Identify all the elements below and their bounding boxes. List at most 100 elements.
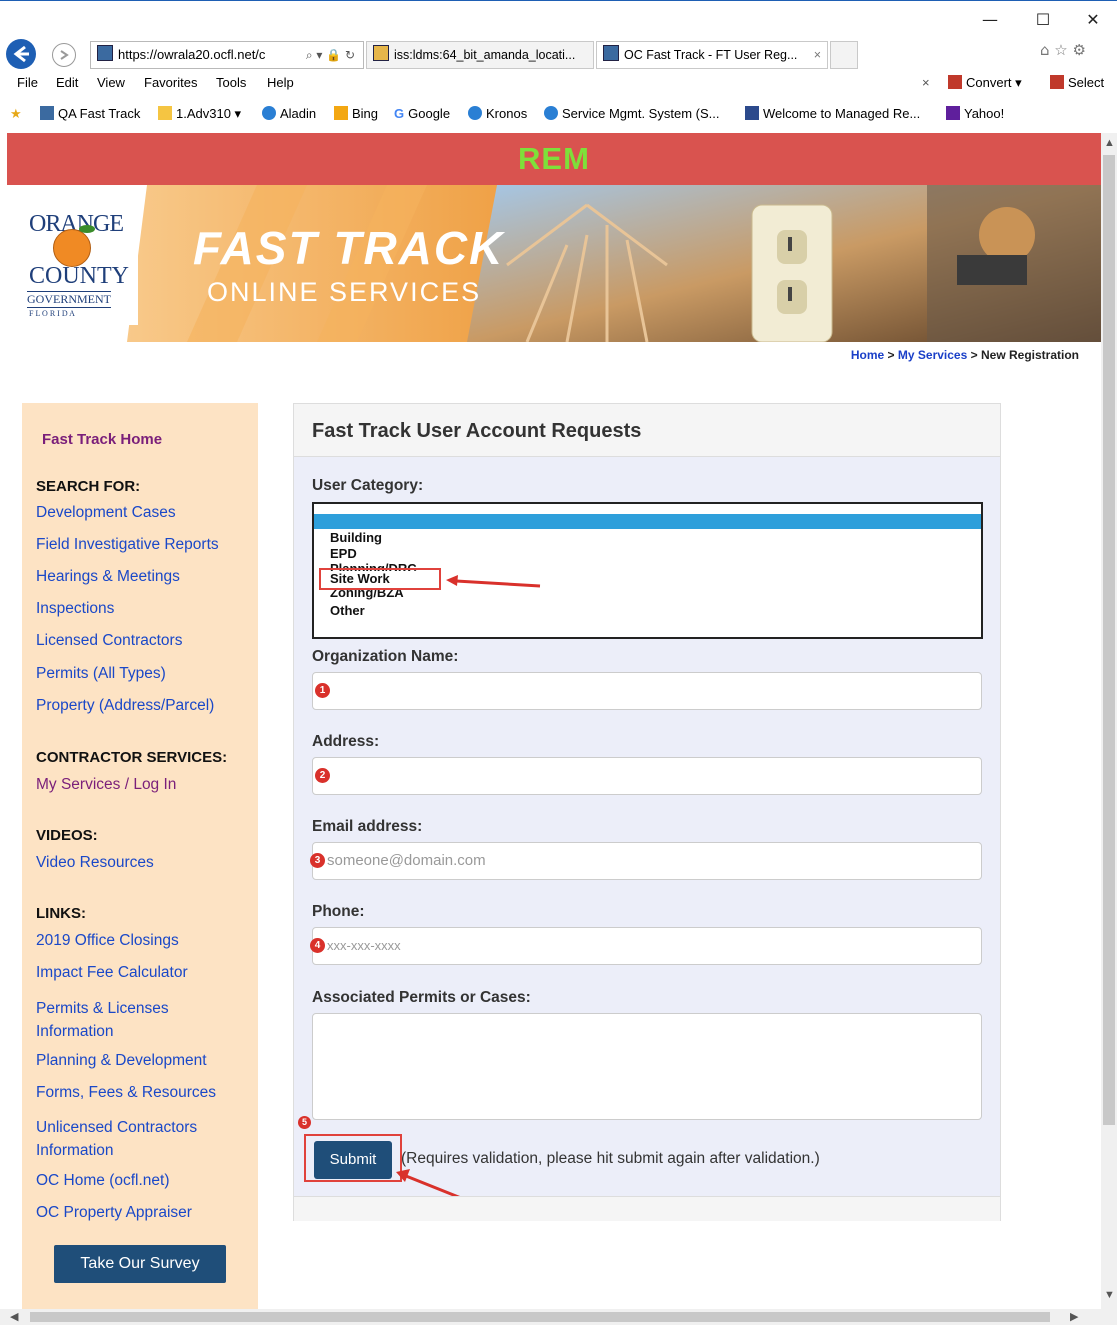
fav-qa-fast-track[interactable]: QA Fast Track (40, 106, 140, 121)
email-input[interactable]: someone@domain.com (312, 842, 982, 880)
new-tab-button[interactable] (830, 41, 858, 69)
menu-favorites[interactable]: Favorites (144, 75, 197, 90)
sidebar-link-permits-licenses[interactable]: Permits & Licenses Information (36, 997, 216, 1043)
breadcrumb-separator: > (887, 348, 895, 362)
logo-text: F L O R I D A (29, 309, 75, 318)
option-epd[interactable]: EPD (330, 547, 357, 560)
menu-help[interactable]: Help (267, 75, 294, 90)
scroll-right-icon[interactable]: ▶ (1070, 1310, 1078, 1323)
sidebar-item-licensed-contractors[interactable]: Licensed Contractors (36, 632, 182, 650)
horizontal-scroll-thumb[interactable] (30, 1312, 1050, 1322)
fav-managed-re[interactable]: Welcome to Managed Re... (745, 106, 920, 121)
phone-input[interactable]: xxx-xxx-xxxx (312, 927, 982, 965)
search-refresh-icons[interactable]: ⌕ ▾ 🔒 ↻ (306, 42, 355, 68)
sidebar-link-planning[interactable]: Planning & Development (36, 1052, 207, 1070)
site-favicon-icon (97, 45, 113, 61)
annotation-badge-3: 3 (310, 853, 325, 868)
highlight-site-work-box (319, 568, 441, 590)
sidebar-link-unlicensed[interactable]: Unlicensed Contractors Information (36, 1116, 236, 1162)
forward-button[interactable] (52, 43, 76, 67)
scroll-down-icon[interactable]: ▼ (1104, 1289, 1115, 1301)
horizontal-scrollbar[interactable]: ◀ ▶ (0, 1309, 1117, 1325)
close-window-button[interactable]: ✕ (1078, 9, 1108, 31)
annotation-badge-5: 5 (298, 1116, 311, 1129)
convert-button[interactable]: Convert ▾ (948, 75, 1022, 91)
close-toolbar-icon[interactable]: × (922, 75, 930, 90)
breadcrumb-current: New Registration (980, 348, 1079, 362)
sidebar-item-property[interactable]: Property (Address/Parcel) (36, 697, 214, 715)
convert-icon (948, 75, 962, 89)
fav-adv310[interactable]: 1.Adv310 ▾ (158, 106, 241, 122)
tab-close-icon[interactable]: × (814, 42, 821, 68)
vertical-scroll-thumb[interactable] (1103, 155, 1115, 1125)
tab-favicon-icon (603, 45, 619, 61)
fav-label: Yahoo! (964, 106, 1005, 121)
tab-favicon-icon (373, 45, 389, 61)
sidebar-item-my-services[interactable]: My Services / Log In (36, 776, 176, 794)
maximize-button[interactable]: ☐ (1028, 9, 1058, 31)
sidebar-heading-contractor: CONTRACTOR SERVICES: (36, 749, 228, 766)
fav-icon (745, 106, 759, 120)
sidebar-link-forms-fees[interactable]: Forms, Fees & Resources (36, 1084, 216, 1102)
scroll-up-icon[interactable]: ▲ (1104, 137, 1115, 149)
banner-title: FAST TRACK (193, 222, 505, 274)
annotation-badge-4: 4 (310, 938, 325, 953)
fav-yahoo[interactable]: Yahoo! (946, 106, 1004, 121)
page-viewport: REM ORANGE COUNTY GOVERNMENT F L O R I D… (7, 133, 1101, 1309)
header-banner: ORANGE COUNTY GOVERNMENT F L O R I D A F… (7, 185, 1101, 342)
menu-view[interactable]: View (97, 75, 125, 90)
fav-service-mgmt[interactable]: Service Mgmt. System (S... (544, 106, 719, 121)
forward-arrow-icon (60, 50, 69, 60)
permits-textarea[interactable] (312, 1013, 982, 1120)
permits-label: Associated Permits or Cases: (312, 989, 531, 1006)
home-star-gear-icons[interactable]: ⌂ ☆ ⚙ (1040, 41, 1086, 59)
option-other[interactable]: Other (330, 604, 365, 617)
fav-google[interactable]: G Google (394, 106, 450, 121)
take-survey-button[interactable]: Take Our Survey (54, 1245, 226, 1283)
org-name-label: Organization Name: (312, 648, 459, 665)
menu-file[interactable]: File (17, 75, 38, 90)
highlight-submit-box (304, 1134, 402, 1182)
address-bar[interactable]: https://owrala20.ocfl.net/c ⌕ ▾ 🔒 ↻ (90, 41, 364, 69)
browser-chrome: — ☐ ✕ https://owrala20.ocfl.net/c ⌕ ▾ 🔒 … (0, 0, 1117, 134)
sidebar-item-inspections[interactable]: Inspections (36, 600, 114, 618)
banner-subtitle: ONLINE SERVICES (207, 277, 482, 307)
orange-county-logo[interactable]: ORANGE COUNTY GOVERNMENT F L O R I D A (23, 205, 138, 325)
sidebar-link-oc-home[interactable]: OC Home (ocfl.net) (36, 1172, 170, 1190)
ie-icon (262, 106, 276, 120)
breadcrumb-my-services[interactable]: My Services (898, 348, 967, 362)
fav-aladin[interactable]: Aladin (262, 106, 316, 121)
option-building[interactable]: Building (330, 531, 382, 544)
fav-label: Welcome to Managed Re... (763, 106, 921, 121)
fav-bing[interactable]: Bing (334, 106, 378, 121)
sidebar-item-video-resources[interactable]: Video Resources (36, 854, 154, 872)
menu-edit[interactable]: Edit (56, 75, 78, 90)
favorites-star-icon[interactable]: ★ (10, 106, 22, 122)
address-input[interactable] (312, 757, 982, 795)
minimize-button[interactable]: — (975, 9, 1005, 31)
sidebar-fast-track-home[interactable]: Fast Track Home (42, 431, 162, 448)
tab-fast-track[interactable]: OC Fast Track - FT User Reg... × (596, 41, 828, 69)
breadcrumb-home[interactable]: Home (851, 348, 884, 362)
menu-tools[interactable]: Tools (216, 75, 246, 90)
phone-label: Phone: (312, 903, 365, 920)
fav-kronos[interactable]: Kronos (468, 106, 527, 121)
leaf-icon (79, 225, 95, 233)
fav-label: Google (408, 106, 451, 121)
sidebar-link-impact-fee[interactable]: Impact Fee Calculator (36, 964, 188, 982)
user-category-listbox[interactable]: Building EPD Planning/DRC Site Work Zoni… (312, 502, 983, 639)
sidebar-link-property-appraiser[interactable]: OC Property Appraiser (36, 1204, 192, 1222)
sidebar-link-office-closings[interactable]: 2019 Office Closings (36, 932, 179, 950)
listbox-selected-blank-option[interactable] (314, 514, 981, 529)
rem-title: REM (518, 141, 590, 176)
org-name-input[interactable] (312, 672, 982, 710)
sidebar-item-development-cases[interactable]: Development Cases (36, 504, 176, 522)
select-button[interactable]: Select (1050, 75, 1104, 90)
vertical-scrollbar[interactable]: ▲ ▼ (1101, 133, 1117, 1309)
sidebar-item-hearings[interactable]: Hearings & Meetings (36, 568, 180, 586)
scroll-left-icon[interactable]: ◀ (10, 1310, 18, 1323)
sidebar-item-field-investigative[interactable]: Field Investigative Reports (36, 536, 219, 554)
sidebar-item-permits[interactable]: Permits (All Types) (36, 665, 166, 683)
back-button[interactable] (6, 39, 36, 69)
tab-amanda[interactable]: iss:ldms:64_bit_amanda_locati... (366, 41, 594, 69)
